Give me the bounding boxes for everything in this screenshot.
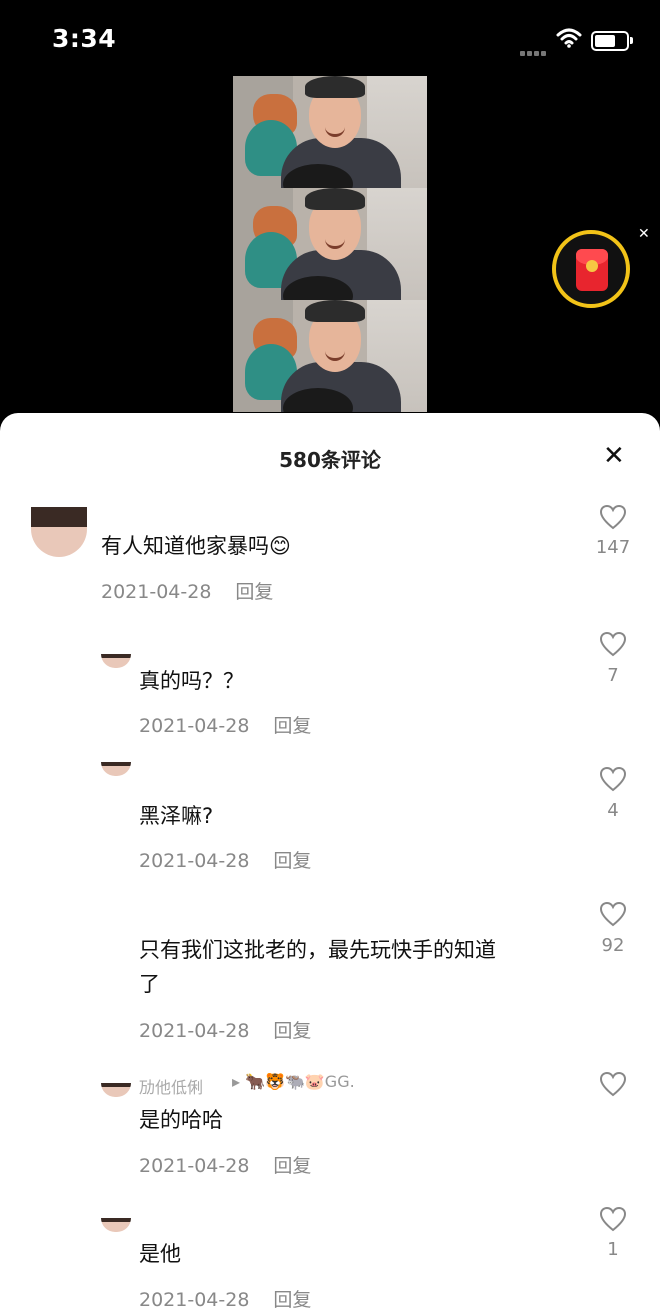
reply-button[interactable]: 回复: [273, 715, 311, 737]
avatar[interactable]: [101, 762, 131, 776]
comments-count-title: 580条评论: [279, 448, 381, 472]
comment-date: 2021-04-28: [139, 1289, 250, 1311]
avatar[interactable]: [31, 507, 87, 557]
comment-text: 黑泽嘛?: [139, 804, 214, 828]
like-count: 7: [607, 665, 619, 686]
avatar[interactable]: [101, 654, 131, 668]
avatar[interactable]: [101, 1083, 131, 1097]
comment-text: 是他: [139, 1242, 181, 1266]
like-count: 147: [595, 537, 631, 558]
reply-button[interactable]: 回复: [273, 850, 311, 872]
comment-text: 只有我们这批老的，最先玩快手的知道 了: [139, 938, 496, 996]
comment-date: 2021-04-28: [139, 715, 250, 737]
comment-meta: 2021-04-28 回复: [139, 846, 311, 873]
like-heart-icon[interactable]: [599, 631, 627, 657]
comment-date: 2021-04-28: [139, 850, 250, 872]
wifi-icon: [556, 28, 582, 52]
comment-meta: 2021-04-28 回复: [139, 1151, 311, 1178]
status-bar: 3:34: [0, 0, 660, 76]
video-frame: [233, 188, 427, 300]
red-packet-button[interactable]: [552, 230, 630, 308]
comment-username[interactable]: 劢他低俐: [139, 1074, 203, 1098]
comment-date: 2021-04-28: [101, 581, 212, 603]
red-packet-close-icon[interactable]: ✕: [638, 226, 650, 242]
like-count: 4: [607, 800, 619, 821]
status-time: 3:34: [52, 24, 117, 53]
video-frame: [233, 76, 427, 188]
comment-meta: 2021-04-28 回复: [101, 577, 273, 604]
close-icon[interactable]: ✕: [603, 443, 625, 469]
reply-button[interactable]: 回复: [273, 1289, 311, 1311]
comment-meta: 2021-04-28 回复: [139, 1285, 311, 1311]
comment-text: 是的哈哈: [139, 1108, 223, 1132]
like-heart-icon[interactable]: [599, 1071, 627, 1097]
comment-meta: 2021-04-28 回复: [139, 1016, 311, 1043]
reply-button[interactable]: 回复: [273, 1020, 311, 1042]
video-frame: [233, 300, 427, 412]
red-envelope-icon: [576, 249, 608, 291]
reply-button[interactable]: 回复: [273, 1155, 311, 1177]
reply-button[interactable]: 回复: [235, 581, 273, 603]
like-heart-icon[interactable]: [599, 766, 627, 792]
like-count: 92: [601, 935, 625, 956]
comment-date: 2021-04-28: [139, 1020, 250, 1042]
comment-text: 有人知道他家暴吗😊: [101, 534, 291, 558]
comments-sheet: 580条评论 ✕ 有人知道他家暴吗😊 2021-04-28 回复 147 真的吗？…: [0, 413, 660, 1311]
avatar[interactable]: [101, 1218, 131, 1232]
comment-meta: 2021-04-28 回复: [139, 711, 311, 738]
battery-icon: [591, 31, 633, 51]
username-emoji-badges: ▸ 🐂🐯🐃🐷GG.: [232, 1072, 355, 1091]
like-heart-icon[interactable]: [599, 901, 627, 927]
smile-emoji-icon: 😊: [269, 534, 291, 558]
like-heart-icon[interactable]: [599, 1206, 627, 1232]
like-count: 1: [607, 1239, 619, 1260]
video-player[interactable]: [233, 76, 427, 413]
comment-text: 真的吗？？: [139, 669, 244, 693]
like-heart-icon[interactable]: [599, 504, 627, 530]
comment-date: 2021-04-28: [139, 1155, 250, 1177]
signal-icon: [520, 41, 548, 60]
